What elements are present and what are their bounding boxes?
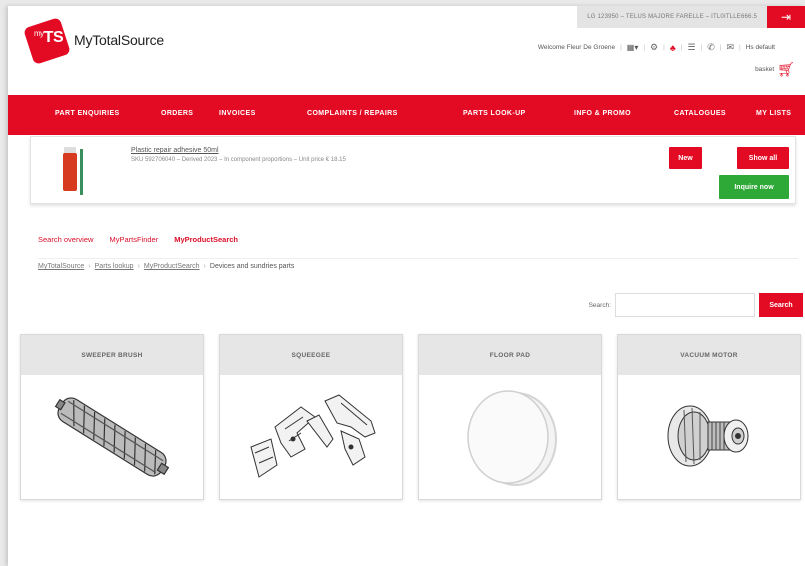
inquire-button[interactable]: Inquire now [719,175,789,199]
logo-name: MyTotalSource [74,32,164,48]
logout-button[interactable]: ⇥ [767,6,805,28]
category-title: VACUUM MOTOR [618,335,800,375]
category-title: FLOOR PAD [419,335,601,375]
search-label: Search: [588,301,611,309]
logo-mark: TS [43,29,64,46]
category-title: SQUEEGEE [220,335,402,375]
nav-part-enquiries[interactable]: PART ENQUIRIES [55,110,120,117]
breadcrumb-myproductsearch[interactable]: MyProductSearch [144,263,200,270]
tab-myproductsearch[interactable]: MyProductSearch [174,235,238,244]
squeegee-image [220,375,402,499]
vacuum-motor-image [618,375,800,499]
main-nav: PART ENQUIRIES ORDERS INVOICES COMPLAINT… [8,95,805,135]
breadcrumb-current: Devices and sundries parts [209,263,295,270]
breadcrumb: MyTotalSource › Parts lookup › MyProduct… [38,263,295,270]
show-all-button[interactable]: Show all [737,147,789,169]
breadcrumb-parts-lookup[interactable]: Parts lookup [95,263,134,270]
category-card-floor-pad[interactable]: FLOOR PAD [418,334,602,500]
cart-icon: 🛒︎ [777,61,795,77]
notification-card: Plastic repair adhesive 50ml SKU 5927060… [30,136,796,204]
product-thumbnail [55,143,89,197]
language-flag-icon[interactable]: ▦▾ [627,43,639,52]
floor-pad-image [419,375,601,499]
breadcrumb-home[interactable]: MyTotalSource [38,263,84,270]
nav-invoices[interactable]: INVOICES [219,110,256,117]
tab-mypartsfinder[interactable]: MyPartsFinder [109,235,158,244]
nav-parts-look-up[interactable]: PARTS LOOK-UP [463,110,526,117]
default-label[interactable]: Hs default [746,44,775,51]
category-card-sweeper-brush[interactable]: SWEEPER BRUSH [20,334,204,500]
nav-complaints-repairs[interactable]: COMPLAINTS / REPAIRS [307,110,398,117]
logo-prefix: my [34,29,44,38]
nav-info-promo[interactable]: INFO & PROMO [574,110,631,117]
logout-icon: ⇥ [780,10,792,24]
sub-tabs: Search overview MyPartsFinder MyProductS… [38,235,238,244]
search-input[interactable] [615,293,755,317]
top-info-bar: LG 123950 – TELUS MAJORE FARELLE – ITL0I… [577,6,805,28]
profile-icon[interactable]: ♣ [670,43,676,53]
notification-title[interactable]: Plastic repair adhesive 50ml [131,147,219,154]
logo-badge: myTS [22,16,71,65]
new-button[interactable]: New [669,147,702,169]
category-title: SWEEPER BRUSH [21,335,203,375]
list-icon[interactable]: ☰ [687,42,695,53]
welcome-text: Welcome Fleur De Groene [537,44,616,51]
notification-description: SKU 592706040 – Derived 2023 – In compon… [131,157,346,163]
mail-icon[interactable]: ✉ [726,42,734,53]
basket[interactable]: basket 🛒︎ [755,61,795,78]
search-bar: Search: Search [589,293,803,317]
account-info: LG 123950 – TELUS MAJORE FARELLE – ITL0I… [577,6,767,28]
search-button[interactable]: Search [759,293,803,317]
nav-orders[interactable]: ORDERS [161,110,193,117]
utility-bar: Welcome Fleur De Groene | ▦▾ | ⚙ | ♣ | ☰… [537,42,775,53]
category-card-vacuum-motor[interactable]: VACUUM MOTOR [617,334,801,500]
nav-catalogues[interactable]: CATALOGUES [674,110,726,117]
tab-search-overview[interactable]: Search overview [38,235,93,244]
basket-label: basket [755,66,775,73]
nav-my-lists[interactable]: MY LISTS [756,110,791,117]
phone-icon[interactable]: ✆ [707,42,715,53]
logo[interactable]: myTS MyTotalSource [22,16,164,65]
divider [38,258,798,259]
sweeper-brush-image [21,375,203,499]
settings-icon[interactable]: ⚙ [650,42,658,53]
category-card-squeegee[interactable]: SQUEEGEE [219,334,403,500]
page: LG 123950 – TELUS MAJORE FARELLE – ITL0I… [8,6,805,566]
